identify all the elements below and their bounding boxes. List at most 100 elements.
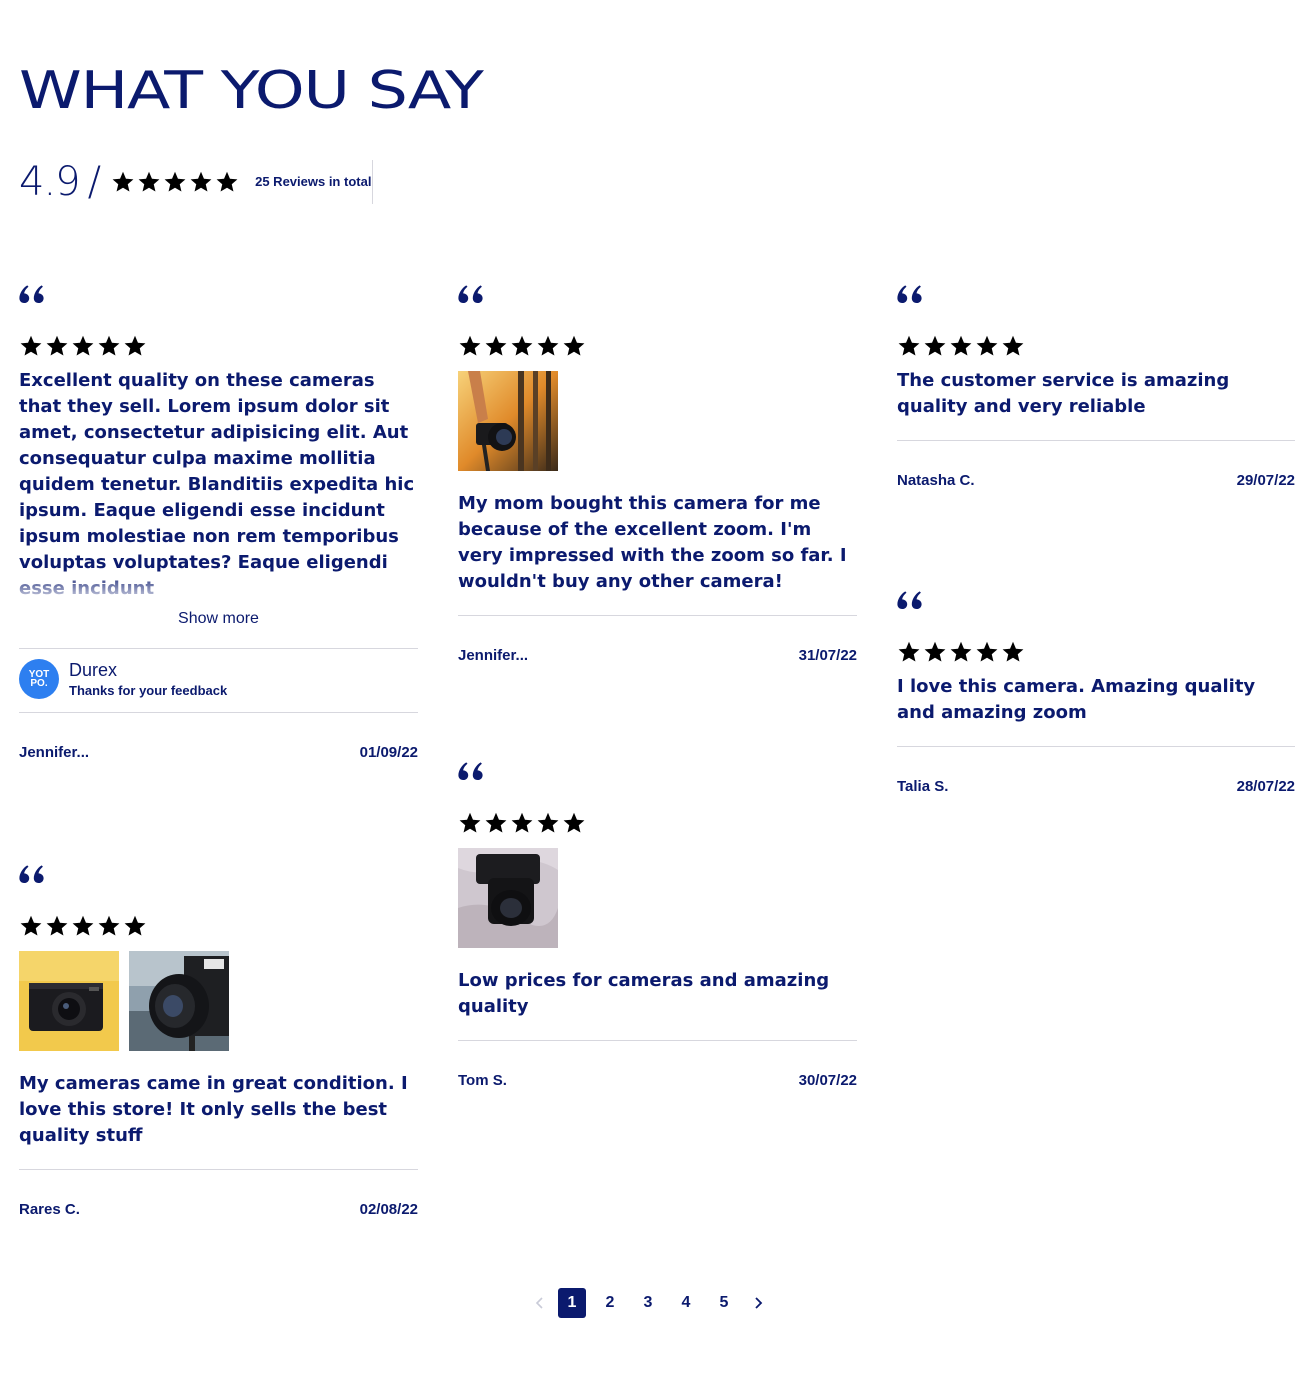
quote-icon — [897, 285, 923, 303]
star-icon — [975, 334, 999, 358]
review-author: Natasha C. — [897, 472, 975, 489]
star-icon — [45, 914, 69, 938]
review-meta: Talia S. 28/07/22 — [897, 778, 1295, 795]
star-icon — [123, 914, 147, 938]
camera-lens-photo[interactable] — [129, 951, 229, 1051]
review-stars — [897, 640, 1295, 664]
review-card: Low prices for cameras and amazing quali… — [458, 762, 857, 1089]
compact-camera-photo[interactable] — [19, 951, 119, 1051]
star-icon — [949, 334, 973, 358]
review-photos — [19, 951, 418, 1051]
review-text: My mom bought this camera for me because… — [458, 493, 847, 592]
review-stars — [897, 334, 1295, 358]
star-icon — [562, 811, 586, 835]
review-meta: Jennifer... 01/09/22 — [19, 744, 418, 761]
review-stars — [458, 334, 857, 358]
quote-icon — [458, 285, 484, 303]
pagination: 1 2 3 4 5 — [530, 1288, 768, 1318]
review-author: Talia S. — [897, 778, 949, 795]
review-meta: Tom S. 30/07/22 — [458, 1072, 857, 1089]
review-text: I love this camera. Amazing quality and … — [897, 676, 1256, 723]
page-button-4[interactable]: 4 — [672, 1288, 700, 1318]
review-author: Rares C. — [19, 1201, 80, 1218]
quote-icon — [458, 762, 484, 780]
review-card: The customer service is amazing quality … — [897, 285, 1295, 489]
review-photos — [458, 848, 857, 948]
camera-on-table-photo[interactable] — [458, 848, 558, 948]
quote-icon — [897, 591, 923, 609]
star-icon — [949, 640, 973, 664]
star-icon — [923, 640, 947, 664]
divider — [19, 712, 418, 713]
review-stars — [458, 811, 857, 835]
divider — [897, 746, 1295, 747]
star-icon — [71, 334, 95, 358]
star-icon — [897, 334, 921, 358]
page-button-1[interactable]: 1 — [558, 1288, 586, 1318]
star-icon — [536, 334, 560, 358]
review-meta: Natasha C. 29/07/22 — [897, 472, 1295, 489]
quote-icon — [19, 865, 45, 883]
review-card: I love this camera. Amazing quality and … — [897, 591, 1295, 795]
star-icon — [484, 811, 508, 835]
divider — [458, 615, 857, 616]
page-title: WHAT YOU SAY — [19, 61, 484, 121]
star-icon — [97, 334, 121, 358]
review-date: 29/07/22 — [1236, 472, 1295, 489]
average-score: 4.9 — [19, 159, 81, 205]
star-icon — [19, 334, 43, 358]
star-icon — [562, 334, 586, 358]
star-icon — [189, 170, 213, 194]
review-date: 31/07/22 — [798, 647, 857, 664]
store-reply: YOT PO. Durex Thanks for your feedback — [19, 649, 418, 712]
star-icon — [215, 170, 239, 194]
star-icon — [458, 334, 482, 358]
review-card: My mom bought this camera for me because… — [458, 285, 857, 664]
rating-summary: 4.9 / 25 Reviews in total — [19, 159, 374, 205]
star-icon — [536, 811, 560, 835]
camera-in-hand-photo[interactable] — [458, 371, 558, 471]
review-text: Low prices for cameras and amazing quali… — [458, 970, 830, 1017]
star-icon — [897, 640, 921, 664]
review-date: 01/09/22 — [359, 744, 418, 761]
review-text: The customer service is amazing quality … — [897, 370, 1230, 417]
summary-stars — [111, 170, 239, 194]
star-icon — [1001, 334, 1025, 358]
review-card: My cameras came in great condition. I lo… — [19, 865, 418, 1218]
review-stars — [19, 914, 418, 938]
next-page-button[interactable] — [748, 1288, 768, 1318]
star-icon — [484, 334, 508, 358]
star-icon — [45, 334, 69, 358]
review-photos — [458, 371, 857, 471]
review-stars — [19, 334, 418, 358]
page-button-5[interactable]: 5 — [710, 1288, 738, 1318]
reply-author: Durex — [69, 660, 118, 680]
review-meta: Jennifer... 31/07/22 — [458, 647, 857, 664]
star-icon — [163, 170, 187, 194]
star-icon — [1001, 640, 1025, 664]
star-icon — [975, 640, 999, 664]
star-icon — [137, 170, 161, 194]
star-icon — [510, 334, 534, 358]
divider — [19, 1169, 418, 1170]
chevron-right-icon — [755, 1297, 763, 1309]
previous-page-button[interactable] — [530, 1288, 550, 1318]
divider — [897, 440, 1295, 441]
review-author: Tom S. — [458, 1072, 507, 1089]
review-date: 28/07/22 — [1236, 778, 1295, 795]
star-icon — [111, 170, 135, 194]
chevron-left-icon — [535, 1297, 543, 1309]
quote-icon — [19, 285, 45, 303]
star-icon — [71, 914, 95, 938]
star-icon — [97, 914, 121, 938]
review-date: 30/07/22 — [798, 1072, 857, 1089]
review-text: Excellent quality on these cameras that … — [19, 368, 418, 602]
page-button-2[interactable]: 2 — [596, 1288, 624, 1318]
review-author: Jennifer... — [19, 744, 90, 761]
review-card: Excellent quality on these cameras that … — [19, 285, 418, 761]
page-button-3[interactable]: 3 — [634, 1288, 662, 1318]
show-more-button[interactable]: Show more — [19, 610, 418, 628]
reviews-total-link[interactable]: 25 Reviews in total — [255, 160, 374, 204]
review-author: Jennifer... — [458, 647, 529, 664]
star-icon — [123, 334, 147, 358]
